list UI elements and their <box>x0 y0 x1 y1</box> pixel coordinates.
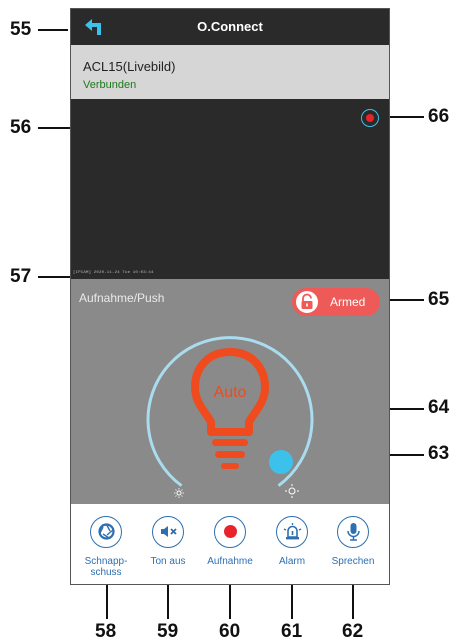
light-dial: Auto <box>146 336 314 498</box>
toolbar: Schnapp- schuss Ton aus Aufnahme Alarm S… <box>71 504 389 584</box>
light-mode-label: Auto <box>214 384 247 401</box>
alarm-siren-icon <box>283 523 301 540</box>
sun-large-icon <box>285 484 299 498</box>
callout-61: 61 <box>281 621 303 642</box>
device-info-bar: ACL15(Livebild) Verbunden <box>71 45 389 99</box>
phone-screen: O.Connect ACL15(Livebild) Verbunden [IPC… <box>70 8 390 585</box>
app-header: O.Connect <box>71 9 389 45</box>
alarm-button[interactable]: Alarm <box>261 510 323 580</box>
snapshot-button[interactable]: Schnapp- schuss <box>75 510 137 580</box>
callout-line-55 <box>38 29 68 31</box>
speaker-mute-icon <box>160 526 177 537</box>
callout-58: 58 <box>95 621 117 642</box>
snapshot-label: Schnapp- schuss <box>84 556 128 578</box>
device-name: ACL15(Livebild) <box>83 59 176 74</box>
callout-55: 55 <box>10 19 32 40</box>
talk-label: Sprechen <box>331 556 375 567</box>
live-video-view[interactable]: [IPCAM] 2020-11-24 Tue 10:03:44 <box>71 99 389 279</box>
mute-label: Ton aus <box>150 556 186 567</box>
callout-56: 56 <box>10 117 32 138</box>
camera-shutter-icon <box>97 523 115 540</box>
callout-59: 59 <box>157 621 179 642</box>
callout-62: 62 <box>342 621 364 642</box>
callout-64: 64 <box>428 397 450 418</box>
record-button[interactable]: Aufnahme <box>199 510 261 580</box>
mute-button[interactable]: Ton aus <box>137 510 199 580</box>
talk-button[interactable]: Sprechen <box>322 510 384 580</box>
record-label: Aufnahme <box>207 556 253 567</box>
record-icon <box>223 525 237 538</box>
recording-indicator-icon <box>361 109 379 127</box>
brightness-slider-knob[interactable] <box>269 450 293 474</box>
control-panel: Aufnahme/Push Armed Auto <box>71 279 389 504</box>
callout-57: 57 <box>10 266 32 287</box>
microphone-icon <box>346 523 360 541</box>
connection-status: Verbunden <box>83 79 137 91</box>
callout-66: 66 <box>428 106 450 127</box>
sun-small-icon <box>174 488 184 498</box>
video-timestamp-overlay: [IPCAM] 2020-11-24 Tue 10:03:44 <box>73 271 154 275</box>
app-title: O.Connect <box>197 19 263 34</box>
alarm-label: Alarm <box>278 556 306 567</box>
callout-63: 63 <box>428 443 450 464</box>
callout-65: 65 <box>428 289 450 310</box>
callout-line-57 <box>38 276 70 278</box>
light-bulb-button[interactable] <box>191 348 269 469</box>
callout-60: 60 <box>219 621 241 642</box>
